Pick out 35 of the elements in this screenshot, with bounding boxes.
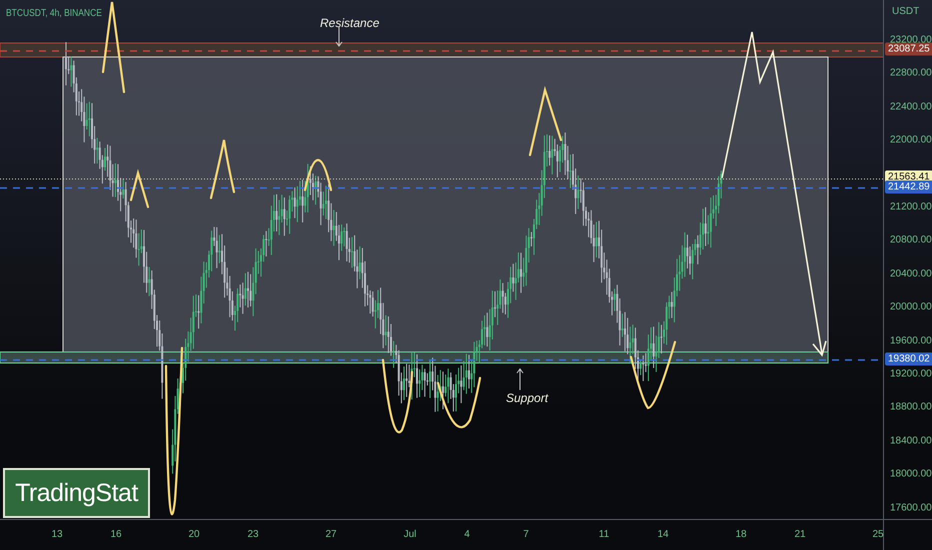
date-tick: 20 [188,529,200,540]
resistance-label: Resistance [320,16,380,30]
date-tick: 25 [872,529,884,540]
date-tick: 14 [657,529,669,540]
price-tick: 20000.00 [890,302,932,313]
date-tick: 21 [794,529,806,540]
logo: TradingStat [3,468,150,518]
unit-label: USDT [892,6,920,17]
date-tick: 16 [110,529,122,540]
date-tick: 7 [523,529,529,540]
price-tick: 22400.00 [890,101,932,112]
date-tick: 27 [325,529,337,540]
price-tick: 23200.00 [890,34,932,46]
price-label: 23087.25 [885,42,932,56]
price-tick: 22000.00 [890,134,932,146]
price-tick: 21200.00 [890,202,932,212]
price-tick: 18000.00 [890,468,932,480]
price-tick: 19600.00 [890,335,932,346]
date-tick: 18 [735,529,747,540]
price-tick: 22800.00 [890,68,932,79]
date-tick: 23 [247,529,259,540]
symbol-title: BTCUSDT, 4h, BINANCE [6,8,102,19]
price-tick: 20400.00 [890,268,932,280]
date-tick: 4 [464,529,470,540]
price-label: 19380.02 [885,352,932,366]
price-tick: 19200.00 [890,368,932,380]
price-tick: 20800.00 [890,234,932,246]
price-label: 21442.89 [885,180,932,194]
date-tick: Jul [404,529,416,540]
price-tick: 17600.00 [890,502,932,514]
date-tick: 13 [51,529,63,540]
support-label: Support [506,391,548,405]
price-tick: 18400.00 [890,435,932,446]
price-tick: 18800.00 [890,402,932,413]
date-tick: 11 [598,529,610,540]
